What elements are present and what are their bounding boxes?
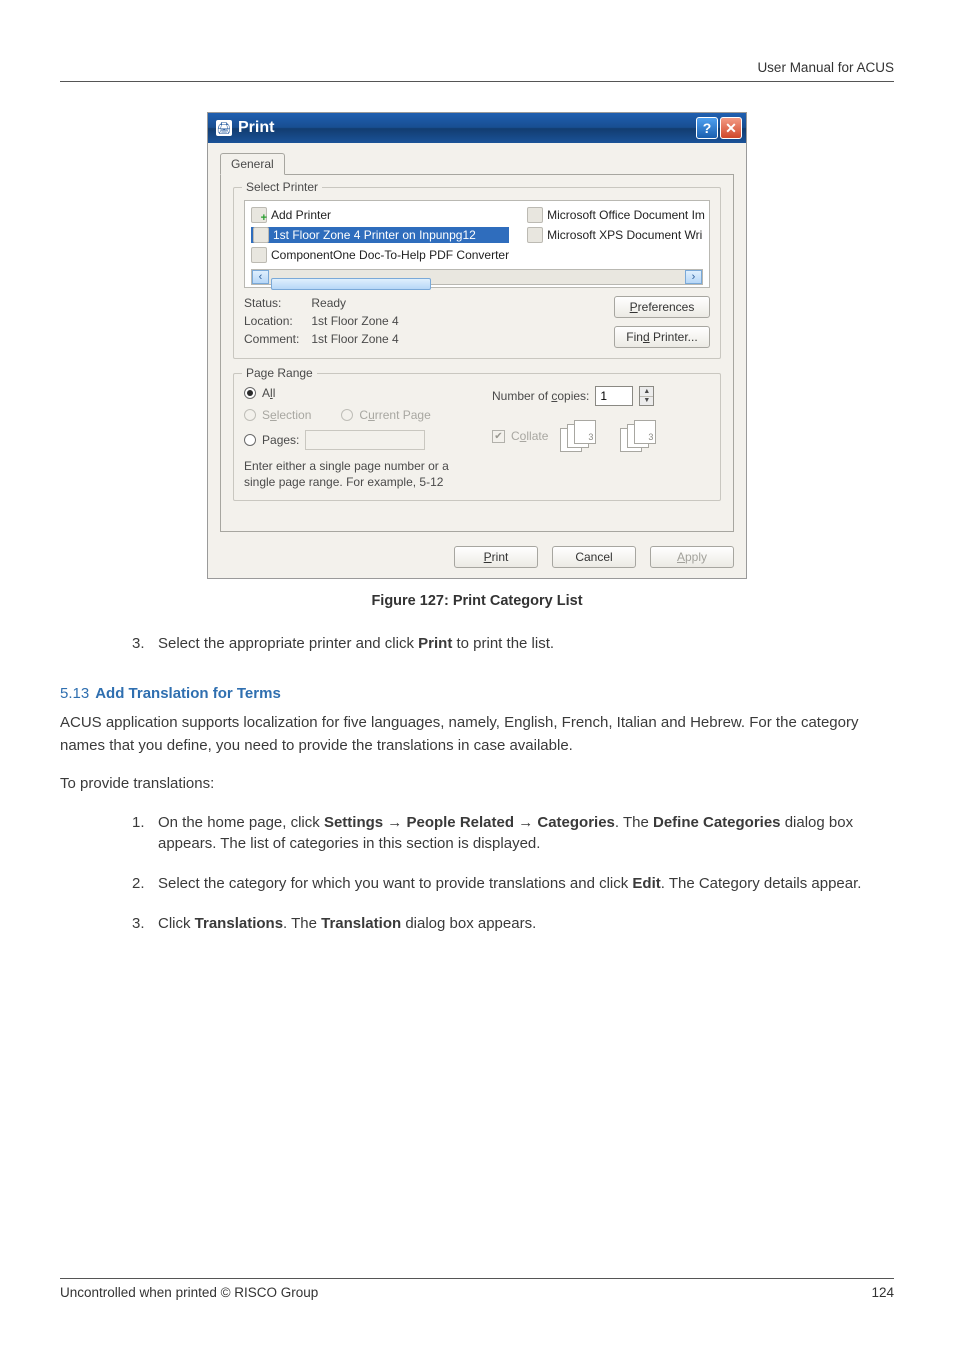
printer-item-label: ComponentOne Doc-To-Help PDF Converter xyxy=(271,248,509,262)
copies-spinner[interactable]: ▲▼ xyxy=(639,386,654,406)
comment-value: 1st Floor Zone 4 xyxy=(311,332,398,346)
copies-label: Number of copies: xyxy=(492,389,589,403)
print-dialog: 🖨 Print ? ✕ General Select Printer xyxy=(207,112,747,579)
radio-all[interactable] xyxy=(244,387,256,399)
dialog-title: Print xyxy=(238,119,696,137)
printer-item[interactable]: ComponentOne Doc-To-Help PDF Converter xyxy=(251,247,509,263)
printer-icon xyxy=(527,207,543,223)
instruction-list-top: Select the appropriate printer and click… xyxy=(60,633,894,655)
location-value: 1st Floor Zone 4 xyxy=(311,314,398,328)
section-heading: 5.13 Add Translation for Terms xyxy=(60,685,894,702)
footer-page-number: 124 xyxy=(871,1285,894,1300)
scroll-left-button[interactable]: ‹ xyxy=(252,270,269,284)
tab-panel: Select Printer Add Printer 1st Floo xyxy=(220,174,734,532)
status-label: Status: xyxy=(244,296,299,310)
radio-pages-label: Pages: xyxy=(262,433,299,447)
status-value: Ready xyxy=(311,296,398,310)
printer-list[interactable]: Add Printer 1st Floor Zone 4 Printer on … xyxy=(244,200,710,288)
page-range-hint: Enter either a single page number or a s… xyxy=(244,458,462,490)
footer-left: Uncontrolled when printed © RISCO Group xyxy=(60,1285,318,1300)
list-item: Select the category for which you want t… xyxy=(132,873,894,895)
printer-list-scrollbar[interactable]: ‹ › xyxy=(251,269,703,285)
help-button[interactable]: ? xyxy=(696,117,718,139)
add-printer-icon xyxy=(251,207,267,223)
tab-general[interactable]: General xyxy=(220,153,285,175)
section-title: Add Translation for Terms xyxy=(95,685,281,702)
print-button[interactable]: Print xyxy=(454,546,538,568)
radio-selection-label: Selection xyxy=(262,408,311,422)
comment-label: Comment: xyxy=(244,332,299,346)
list-item: Select the appropriate printer and click… xyxy=(132,633,894,655)
scroll-thumb[interactable] xyxy=(271,278,431,290)
cancel-button[interactable]: Cancel xyxy=(552,546,636,568)
radio-all-label: All xyxy=(262,386,275,400)
printer-item-label: Add Printer xyxy=(271,208,331,222)
printer-item-label: 1st Floor Zone 4 Printer on Inpunpg12 xyxy=(273,228,476,242)
printer-item-label: Microsoft XPS Document Wri xyxy=(547,228,702,242)
list-item: Click Translations. The Translation dial… xyxy=(132,913,894,935)
radio-current-page xyxy=(341,409,353,421)
pages-input xyxy=(305,430,425,450)
find-printer-button[interactable]: Find Printer... xyxy=(614,326,710,348)
list-item: On the home page, click Settings → Peopl… xyxy=(132,812,894,856)
radio-selection xyxy=(244,409,256,421)
printer-item[interactable]: Microsoft XPS Document Wri xyxy=(527,227,705,243)
location-label: Location: xyxy=(244,314,299,328)
group-page-range: Page Range All Selection xyxy=(233,373,721,501)
printer-item-selected[interactable]: 1st Floor Zone 4 Printer on Inpunpg12 xyxy=(251,227,509,243)
printer-item-label: Microsoft Office Document Im xyxy=(547,208,705,222)
printer-icon: 🖨 xyxy=(216,120,232,136)
printer-item-add[interactable]: Add Printer xyxy=(251,207,509,223)
printer-item[interactable]: Microsoft Office Document Im xyxy=(527,207,705,223)
page-footer: Uncontrolled when printed © RISCO Group … xyxy=(60,1278,894,1300)
scroll-right-button[interactable]: › xyxy=(685,270,702,284)
radio-current-page-label: Current Page xyxy=(359,408,430,422)
preferences-button[interactable]: Preferences xyxy=(614,296,710,318)
apply-button: Apply xyxy=(650,546,734,568)
group-select-printer-legend: Select Printer xyxy=(242,180,322,194)
collate-illustration: 1 2 3 1 2 3 xyxy=(554,418,674,454)
printer-icon xyxy=(253,227,269,243)
body-paragraph: ACUS application supports localization f… xyxy=(60,712,894,757)
radio-pages[interactable] xyxy=(244,434,256,446)
body-paragraph: To provide translations: xyxy=(60,773,894,796)
section-number: 5.13 xyxy=(60,685,89,702)
collate-label: Collate xyxy=(511,429,548,443)
page-header: User Manual for ACUS xyxy=(60,60,894,82)
figure-caption: Figure 127: Print Category List xyxy=(60,593,894,609)
copies-input[interactable] xyxy=(595,386,633,406)
collate-checkbox: ✔ xyxy=(492,430,505,443)
close-button[interactable]: ✕ xyxy=(720,117,742,139)
printer-icon xyxy=(251,247,267,263)
group-select-printer: Select Printer Add Printer 1st Floo xyxy=(233,187,721,359)
printer-icon xyxy=(527,227,543,243)
instruction-list: On the home page, click Settings → Peopl… xyxy=(60,812,894,935)
dialog-titlebar: 🖨 Print ? ✕ xyxy=(208,113,746,143)
group-page-range-legend: Page Range xyxy=(242,366,317,380)
